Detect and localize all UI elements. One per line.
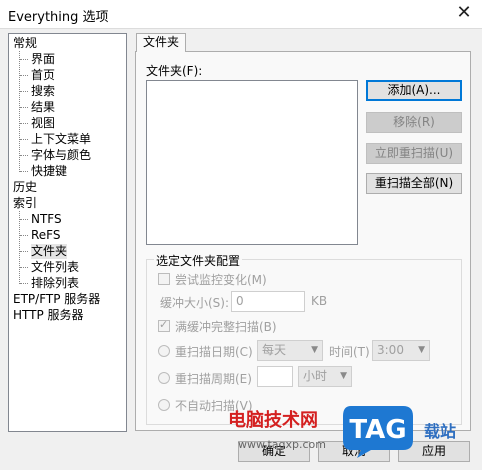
no-auto-scan-radio[interactable] [158, 399, 170, 411]
tree-item-ntfs[interactable]: NTFS [31, 212, 62, 227]
folders-label: 文件夹(F): [146, 64, 203, 78]
tree-item-search[interactable]: 搜索 [31, 84, 55, 99]
time-select[interactable]: 3:00 ▼ [372, 340, 430, 361]
period-unit-value: 小时 [303, 369, 328, 383]
tree-item-view[interactable]: 视图 [31, 116, 55, 131]
buffer-size-label: 缓冲大小(S): [160, 296, 230, 310]
period-unit-select[interactable]: 小时 ▼ [298, 366, 352, 387]
tree-item-refs[interactable]: ReFS [31, 228, 61, 243]
full-rescan-checkbox[interactable] [158, 318, 170, 332]
tree-item-history[interactable]: 历史 [13, 180, 37, 195]
tab-folders[interactable]: 文件夹 [136, 33, 186, 52]
rescan-now-button[interactable]: 立即重扫描(U) [366, 143, 462, 164]
rescan-period-label: 重扫描周期(E) [175, 372, 252, 386]
tree-item-http[interactable]: HTTP 服务器 [13, 308, 84, 323]
tree-item-fonts-colors[interactable]: 字体与颜色 [31, 148, 91, 163]
rescan-all-button[interactable]: 重扫描全部(N) [366, 173, 462, 194]
time-label: 时间(T) [329, 345, 370, 359]
add-folder-button[interactable]: 添加(A)... [366, 80, 462, 101]
close-icon[interactable]: ✕ [454, 3, 474, 23]
monitor-checkbox[interactable] [158, 273, 170, 285]
chevron-down-icon: ▼ [311, 345, 318, 355]
chevron-down-icon: ▼ [340, 371, 347, 381]
buffer-size-input[interactable]: 0 [231, 291, 305, 312]
period-input[interactable] [257, 366, 293, 387]
full-rescan-label: 满缓冲完整扫描(B) [175, 320, 277, 334]
tree-item-home[interactable]: 首页 [31, 68, 55, 83]
monitor-label: 尝试监控变化(M) [175, 273, 267, 287]
chevron-down-icon: ▼ [418, 345, 425, 355]
tree-item-exclude-list[interactable]: 排除列表 [31, 276, 79, 291]
tree-item-folders[interactable]: 文件夹 [31, 244, 68, 259]
tree-item-context-menu[interactable]: 上下文菜单 [31, 132, 91, 147]
watermark-right-text: 载站 [424, 422, 457, 441]
tree-item-file-lists[interactable]: 文件列表 [31, 260, 79, 275]
window-title: Everything 选项 [8, 10, 109, 25]
rescan-date-radio[interactable] [158, 345, 170, 357]
time-select-value: 3:00 [377, 343, 404, 357]
tree-item-etp-ftp[interactable]: ETP/FTP 服务器 [13, 292, 100, 307]
tag-logo-text: TAG [349, 415, 406, 445]
tree-item-results[interactable]: 结果 [31, 100, 55, 115]
options-tree[interactable]: 常规 界面 首页 搜索 结果 视图 上下文菜单 字体与颜色 快捷键 历史 索引 … [8, 33, 127, 432]
folders-listbox[interactable] [146, 80, 358, 245]
day-select-value: 每天 [262, 343, 287, 357]
day-select[interactable]: 每天 ▼ [257, 340, 323, 361]
remove-folder-button[interactable]: 移除(R) [366, 112, 462, 133]
watermark-url: www.tagxp.com [238, 438, 326, 451]
tree-item-shortcuts[interactable]: 快捷键 [31, 164, 67, 179]
buffer-unit-label: KB [311, 294, 328, 308]
rescan-period-radio[interactable] [158, 372, 170, 384]
tree-item-interface[interactable]: 界面 [31, 52, 55, 67]
rescan-date-label: 重扫描日期(C) [175, 345, 253, 359]
tree-item-general[interactable]: 常规 [13, 36, 37, 51]
title-bar: Everything 选项 ✕ [0, 0, 482, 29]
watermark-text: 电脑技术网 [228, 410, 318, 431]
tree-item-indexes[interactable]: 索引 [13, 196, 37, 211]
tag-logo: TAG [343, 406, 413, 458]
group-title: 选定文件夹配置 [154, 252, 243, 269]
